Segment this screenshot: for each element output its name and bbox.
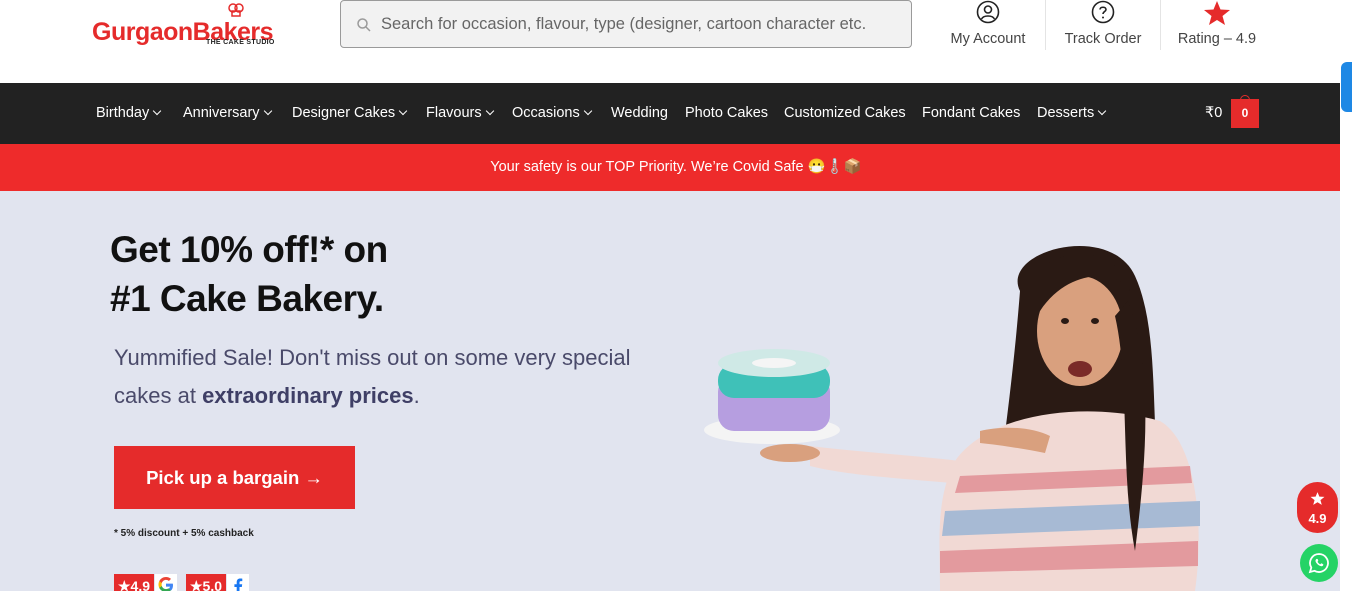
site-header: GurgaonBakers THE CAKE STUDIO My Account — [0, 0, 1352, 83]
nav-item-flavours[interactable]: Flavours — [426, 105, 494, 121]
help-circle-icon — [1091, 0, 1115, 24]
pick-up-bargain-button[interactable]: Pick up a bargain → — [114, 446, 355, 509]
nav-item-anniversary[interactable]: Anniversary — [183, 105, 272, 121]
cart-count-badge[interactable]: 0 — [1231, 99, 1259, 128]
facebook-rating-badge: ★5.0 — [186, 574, 227, 591]
rating-link[interactable]: Rating – 4.9 — [1167, 0, 1267, 52]
hero-image — [704, 245, 1200, 591]
chevron-down-icon — [152, 106, 162, 116]
search-icon — [357, 18, 371, 32]
hero-section: Get 10% off!* on #1 Cake Bakery. Yummifi… — [0, 191, 1340, 591]
floating-rating-value: 4.9 — [1308, 511, 1327, 526]
search-input[interactable] — [381, 1, 901, 47]
facebook-icon — [227, 574, 249, 591]
search-bar — [340, 0, 912, 48]
cart-total[interactable]: ₹0 — [1205, 105, 1222, 121]
floating-rating-badge[interactable]: 4.9 — [1297, 482, 1338, 533]
rating-label: Rating – 4.9 — [1177, 31, 1257, 47]
promo-banner: Your safety is our TOP Priority. We’re C… — [0, 144, 1352, 191]
page: GurgaonBakers THE CAKE STUDIO My Account — [0, 0, 1352, 591]
nav-item-customized-cakes[interactable]: Customized Cakes — [784, 105, 906, 121]
nav-item-designer-cakes[interactable]: Designer Cakes — [292, 105, 408, 121]
nav-item-desserts[interactable]: Desserts — [1037, 105, 1107, 121]
star-icon — [1204, 1, 1230, 25]
nav-item-photo-cakes[interactable]: Photo Cakes — [685, 105, 768, 121]
nav-item-birthday[interactable]: Birthday — [96, 105, 162, 121]
my-account-link[interactable]: My Account — [938, 0, 1038, 52]
nav-item-fondant-cakes[interactable]: Fondant Cakes — [922, 105, 1020, 121]
discount-footnote: * 5% discount + 5% cashback — [114, 528, 254, 539]
chevron-down-icon — [398, 106, 408, 116]
brand-tagline: THE CAKE STUDIO — [206, 39, 275, 46]
my-account-label: My Account — [950, 31, 1026, 47]
main-nav: Birthday Anniversary Designer Cakes Flav… — [0, 83, 1352, 144]
hero-title: Get 10% off!* on #1 Cake Bakery. — [110, 229, 388, 319]
star-icon — [1310, 492, 1325, 505]
brand-logo[interactable]: GurgaonBakers THE CAKE STUDIO — [90, 3, 290, 50]
chevron-down-icon — [263, 106, 272, 116]
hero-subtitle: Yummified Sale! Don't miss out on some v… — [114, 345, 631, 408]
track-order-label: Track Order — [1064, 31, 1142, 47]
header-divider — [1160, 0, 1161, 50]
whatsapp-icon — [1308, 553, 1329, 574]
track-order-link[interactable]: Track Order — [1053, 0, 1153, 52]
user-icon — [976, 0, 1000, 24]
whatsapp-button[interactable] — [1300, 544, 1338, 582]
nav-item-wedding[interactable]: Wedding — [611, 105, 668, 121]
chevron-down-icon — [485, 106, 494, 116]
nav-item-occasions[interactable]: Occasions — [512, 105, 592, 121]
side-feedback-tab[interactable] — [1341, 62, 1352, 112]
chevron-down-icon — [1097, 106, 1107, 116]
chevron-down-icon — [583, 106, 592, 116]
google-rating-badge: ★4.9 — [114, 574, 155, 591]
chef-hat-icon — [228, 3, 244, 17]
header-divider — [1045, 0, 1046, 50]
google-icon — [155, 574, 177, 591]
